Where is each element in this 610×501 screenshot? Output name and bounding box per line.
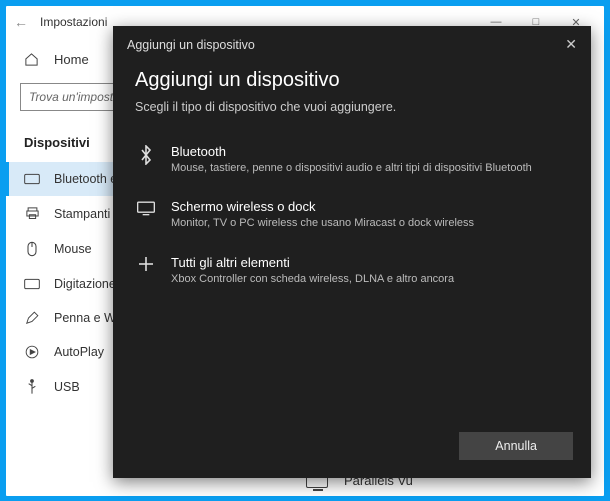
sidebar-item-label: Mouse (54, 242, 92, 256)
dialog-subtitle: Scegli il tipo di dispositivo che vuoi a… (135, 100, 569, 114)
option-desc: Monitor, TV o PC wireless che usano Mira… (171, 216, 569, 230)
option-everything-else[interactable]: Tutti gli altri elementi Xbox Controller… (135, 243, 569, 298)
option-desc: Xbox Controller con scheda wireless, DLN… (171, 272, 569, 286)
pen-icon (24, 311, 40, 325)
printer-icon (24, 206, 40, 221)
close-icon[interactable]: ✕ (565, 36, 577, 53)
plus-icon (135, 255, 157, 286)
bluetooth-icon (135, 144, 157, 175)
option-heading: Tutti gli altri elementi (171, 255, 569, 270)
typing-icon (24, 278, 40, 290)
add-device-dialog: Aggiungi un dispositivo ✕ Aggiungi un di… (113, 26, 591, 478)
option-bluetooth[interactable]: Bluetooth Mouse, tastiere, penne o dispo… (135, 132, 569, 187)
autoplay-icon (24, 345, 40, 359)
option-desc: Mouse, tastiere, penne o dispositivi aud… (171, 161, 569, 175)
sidebar-item-label: AutoPlay (54, 345, 104, 359)
dialog-header-title: Aggiungi un dispositivo (127, 38, 565, 52)
monitor-icon (135, 199, 157, 230)
sidebar-item-label: Digitazione (54, 277, 116, 291)
dialog-title: Aggiungi un dispositivo (135, 69, 569, 92)
sidebar-item-label: USB (54, 380, 80, 394)
home-icon (24, 52, 40, 67)
sidebar-home-label: Home (54, 52, 89, 67)
dialog-header: Aggiungi un dispositivo ✕ (113, 26, 591, 63)
back-arrow-icon[interactable]: ← (14, 14, 28, 30)
option-heading: Schermo wireless o dock (171, 199, 569, 214)
cancel-button[interactable]: Annulla (459, 432, 573, 460)
keyboard-icon (24, 173, 40, 185)
option-wireless-display[interactable]: Schermo wireless o dock Monitor, TV o PC… (135, 187, 569, 242)
mouse-icon (24, 241, 40, 257)
usb-icon (24, 379, 40, 395)
option-heading: Bluetooth (171, 144, 569, 159)
